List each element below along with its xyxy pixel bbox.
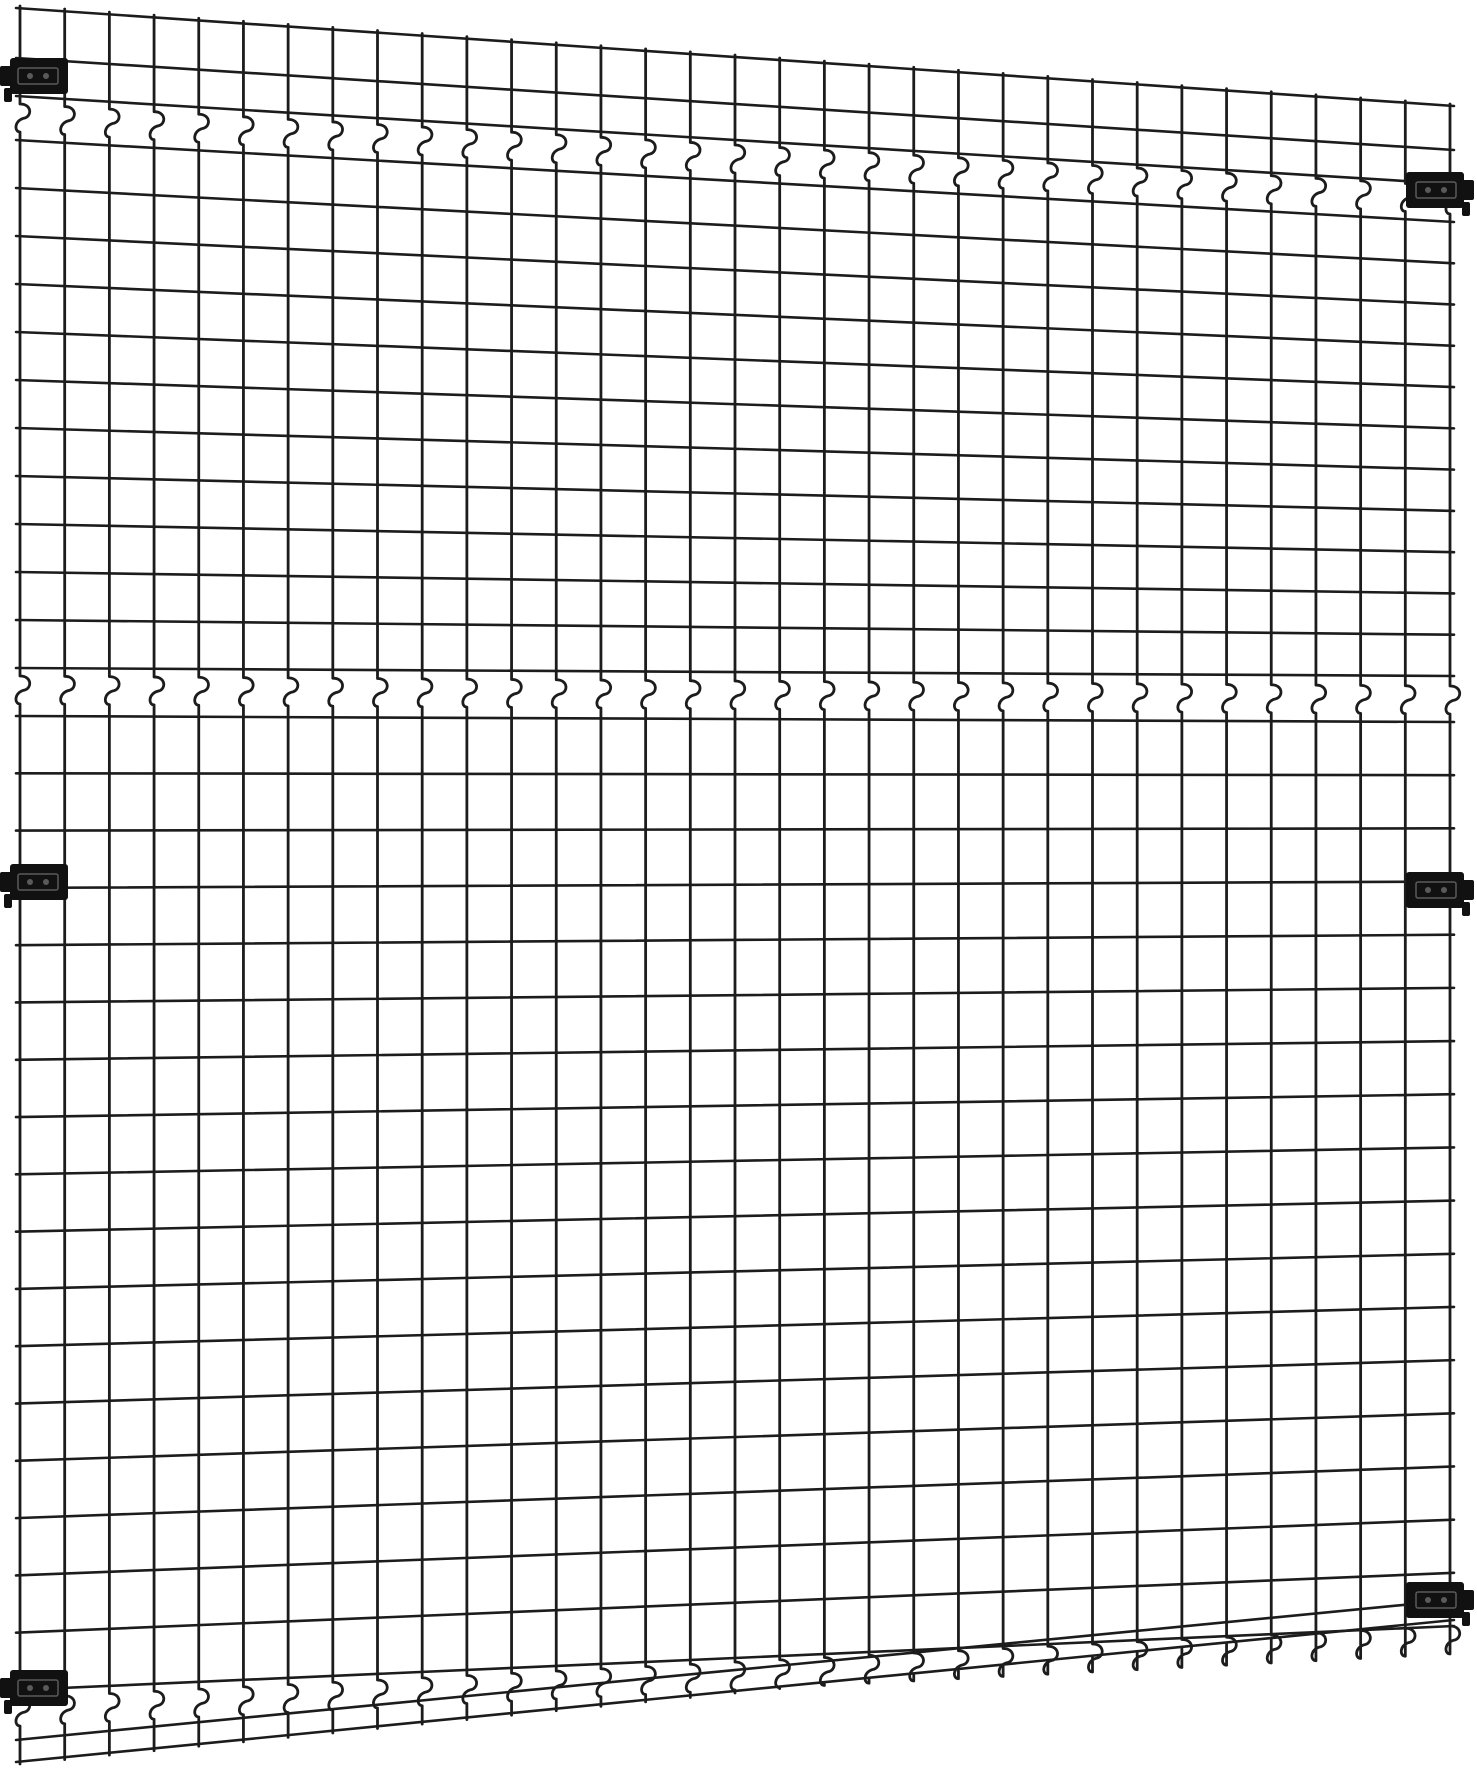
mounting-clip-icon <box>0 58 68 102</box>
vertical-wire <box>908 65 925 1683</box>
mounting-clip-icon <box>0 864 68 908</box>
vertical-wire <box>1042 75 1059 1676</box>
vertical-wire <box>1221 87 1238 1667</box>
vertical-wire <box>282 22 300 1739</box>
fence-panel-image <box>0 0 1477 1772</box>
vertical-wire <box>1131 81 1149 1672</box>
wire-mesh <box>14 4 1462 1766</box>
fence-panel-drawing <box>0 4 1474 1766</box>
vertical-wire <box>1176 84 1193 1669</box>
vertical-wire <box>640 47 657 1704</box>
vertical-wire <box>729 53 747 1695</box>
vertical-wire <box>104 10 121 1757</box>
vertical-wire <box>1087 78 1104 1674</box>
vertical-wire <box>595 44 612 1708</box>
vertical-wire <box>1265 90 1283 1665</box>
vertical-wire <box>1310 93 1327 1663</box>
vertical-wire <box>819 59 836 1687</box>
mounting-clip-icon <box>1406 1582 1474 1626</box>
vertical-wire <box>684 50 702 1699</box>
vertical-wire <box>997 71 1015 1678</box>
mounting-clip-icon <box>0 1670 68 1714</box>
vertical-wire <box>1355 96 1372 1660</box>
mounting-clip-icon <box>1406 872 1474 916</box>
vertical-wire <box>953 68 970 1681</box>
vertical-wire <box>550 41 568 1713</box>
vertical-wire <box>461 35 478 1722</box>
vertical-wire <box>327 26 344 1735</box>
vertical-wire <box>774 56 791 1690</box>
vertical-wire <box>238 19 255 1744</box>
vertical-wire <box>416 32 434 1726</box>
vertical-wire <box>193 16 210 1748</box>
vertical-wire <box>148 13 166 1753</box>
vertical-wire <box>372 29 389 1730</box>
mounting-clip-icon <box>1406 172 1474 216</box>
vertical-wire <box>506 38 523 1717</box>
vertical-wire <box>863 62 881 1685</box>
